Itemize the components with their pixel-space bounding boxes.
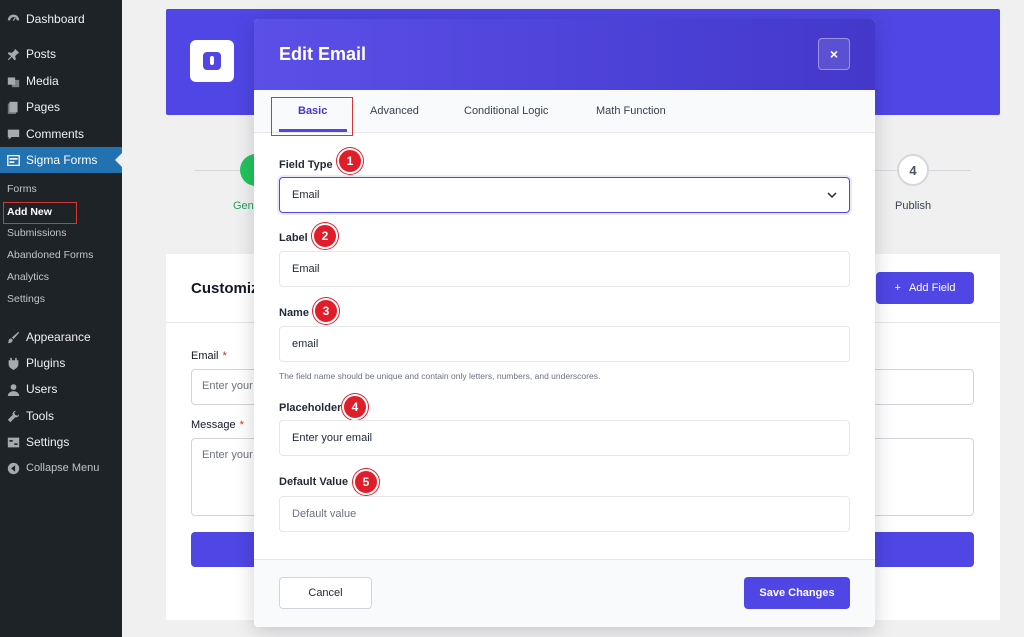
sidebar-item-settings[interactable]: Settings — [0, 429, 122, 455]
sidebar-item-label: Appearance — [26, 330, 91, 344]
sidebar-item-pages[interactable]: Pages — [0, 94, 122, 120]
sidebar-item-comments[interactable]: Comments — [0, 121, 122, 147]
chevron-down-icon — [827, 192, 837, 199]
label-text: Email — [191, 350, 219, 362]
sidebar-item-label: Media — [26, 74, 59, 88]
submenu-settings[interactable]: Settings — [0, 288, 122, 310]
field-type-select[interactable]: Email — [279, 177, 850, 213]
close-icon[interactable]: × — [818, 38, 850, 70]
required-mark: * — [222, 350, 227, 362]
edit-field-modal: Edit Email × Basic Advanced Conditional … — [254, 19, 875, 627]
step-badge: 4 — [342, 394, 368, 420]
submenu-abandoned-forms[interactable]: Abandoned Forms — [0, 244, 122, 266]
step-badge: 5 — [353, 469, 379, 495]
select-value: Email — [292, 189, 320, 201]
default-value-field-label: Default Value — [279, 476, 349, 488]
sidebar-item-label: Pages — [26, 100, 61, 114]
sidebar-item-users[interactable]: Users — [0, 376, 122, 402]
sidebar-item-label: Dashboard — [26, 12, 85, 26]
comment-icon — [6, 127, 20, 141]
submenu-analytics[interactable]: Analytics — [0, 266, 122, 288]
sidebar-item-label: Comments — [26, 127, 85, 141]
sidebar-item-posts[interactable]: Posts — [0, 41, 122, 67]
sidebar-item-label: Collapse Menu — [26, 462, 100, 474]
form-icon — [6, 153, 20, 167]
plugin-icon — [6, 356, 20, 370]
logo-mark-icon — [203, 52, 221, 70]
message-field-label: Message * — [191, 419, 244, 431]
cancel-button[interactable]: Cancel — [279, 577, 372, 609]
label-field-label: Label — [279, 232, 308, 244]
step-connector — [929, 170, 971, 171]
sidebar-item-label: Posts — [26, 47, 57, 61]
dashboard-icon — [6, 12, 20, 26]
step-badge: 2 — [312, 223, 338, 249]
modal-title: Edit Email — [279, 44, 367, 64]
label-input[interactable]: Email — [279, 251, 850, 287]
placeholder-input[interactable]: Enter your email — [279, 420, 850, 456]
editor-title: Customiz — [191, 280, 259, 297]
tab-advanced[interactable]: Advanced — [370, 90, 419, 132]
sidebar-item-appearance[interactable]: Appearance — [0, 324, 122, 350]
sidebar-item-dashboard[interactable]: Dashboard — [0, 6, 122, 32]
default-value-input[interactable]: Default value — [279, 496, 850, 532]
email-field-label: Email * — [191, 350, 227, 362]
step-badge: 3 — [313, 298, 339, 324]
add-field-label: Add Field — [908, 282, 956, 294]
settings-icon — [6, 435, 20, 449]
tab-conditional-logic[interactable]: Conditional Logic — [464, 90, 548, 132]
step-1-label: Gen — [233, 200, 254, 212]
submenu-forms[interactable]: Forms — [0, 178, 122, 200]
name-field-label: Name — [279, 307, 309, 319]
sidebar-item-sigma-forms[interactable]: Sigma Forms — [0, 147, 122, 173]
step-badge: 1 — [337, 148, 363, 174]
sidebar-item-label: Plugins — [26, 356, 66, 370]
save-changes-button[interactable]: Save Changes — [744, 577, 850, 609]
collapse-menu-button[interactable]: Collapse Menu — [0, 455, 122, 481]
step-connector — [194, 170, 244, 171]
step-4-label: Publish — [895, 200, 932, 212]
plugin-logo — [190, 40, 234, 82]
collapse-icon — [6, 461, 20, 475]
sidebar-item-plugins[interactable]: Plugins — [0, 350, 122, 376]
step-connector — [875, 170, 897, 171]
step-4-circle[interactable]: 4 — [897, 154, 929, 186]
active-indicator — [115, 153, 122, 167]
brush-icon — [6, 330, 20, 344]
sidebar-item-label: Settings — [26, 435, 70, 449]
modal-header: Edit Email × — [254, 19, 875, 90]
pin-icon — [6, 47, 20, 61]
plus-icon: + — [894, 282, 901, 294]
sidebar-item-label: Tools — [26, 409, 55, 423]
sidebar-item-tools[interactable]: Tools — [0, 403, 122, 429]
user-icon — [6, 382, 20, 396]
field-type-label: Field Type — [279, 159, 333, 171]
label-text: Message — [191, 419, 236, 431]
submenu-submissions[interactable]: Submissions — [0, 222, 122, 244]
highlight-box — [271, 97, 353, 136]
highlight-box — [3, 202, 77, 224]
sidebar-item-label: Sigma Forms — [26, 153, 98, 167]
tab-math-function[interactable]: Math Function — [596, 90, 666, 132]
add-field-button[interactable]: + Add Field — [876, 272, 974, 304]
wrench-icon — [6, 409, 20, 423]
name-help-text: The field name should be unique and cont… — [279, 371, 601, 381]
pages-icon — [6, 100, 20, 114]
modal-footer: Cancel Save Changes — [254, 559, 875, 627]
sidebar-item-media[interactable]: Media — [0, 68, 122, 94]
admin-sidebar: Dashboard Posts Media Pages Comments Sig… — [0, 0, 122, 637]
name-input[interactable]: email — [279, 326, 850, 362]
media-icon — [6, 74, 20, 88]
sidebar-item-label: Users — [26, 382, 58, 396]
placeholder-field-label: Placeholder — [279, 402, 342, 414]
required-mark: * — [239, 419, 244, 431]
